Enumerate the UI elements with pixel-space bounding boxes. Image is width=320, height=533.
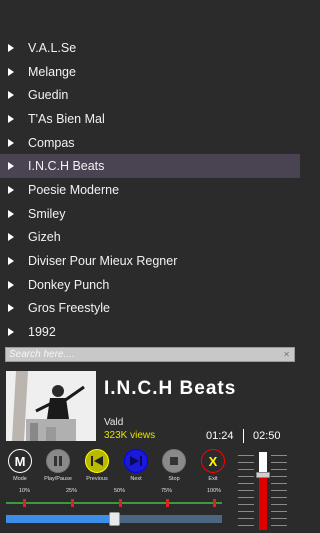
time-divider	[243, 429, 244, 443]
playlist-item[interactable]: Gizeh	[0, 226, 300, 250]
marker-label-75: 75%	[161, 488, 173, 494]
playlist-item-label: T'As Bien Mal	[28, 111, 105, 126]
playlist-item-label: Compas	[28, 135, 75, 150]
play-arrow-icon	[8, 304, 14, 313]
pause-icon	[46, 449, 70, 473]
playlist-item[interactable]: Poesie Moderne	[0, 178, 300, 202]
playlist-item-label: Diviser Pour Mieux Regner	[28, 254, 178, 269]
playlist-item[interactable]: Melange	[0, 60, 300, 84]
play-arrow-icon	[8, 114, 14, 123]
volume-fill	[259, 475, 267, 530]
mode-label: Mode	[13, 476, 27, 482]
playlist-item[interactable]: Donkey Punch	[0, 273, 300, 297]
play-pause-label: Play/Pause	[44, 476, 72, 482]
search-bar: ✕	[5, 347, 295, 362]
volume-slider[interactable]	[256, 452, 270, 530]
current-time: 01:24	[206, 430, 234, 442]
playlist-item-label: Smiley	[28, 206, 66, 221]
playlist-item[interactable]: Smiley	[0, 202, 300, 226]
now-playing-views: 323K views	[104, 430, 156, 441]
play-pause-button[interactable]: Play/Pause	[44, 449, 72, 482]
volume-knob[interactable]	[256, 472, 270, 479]
playlist-item-label: Melange	[28, 64, 76, 79]
play-arrow-icon	[8, 233, 14, 242]
exit-x-icon: X	[201, 449, 225, 473]
playlist-item-label: Gros Freestyle	[28, 301, 110, 316]
album-cover-image	[6, 371, 96, 441]
mode-m-icon: M	[8, 449, 32, 473]
play-arrow-icon	[8, 162, 14, 171]
marker-25[interactable]	[71, 499, 74, 507]
volume-ticks-right	[271, 455, 287, 530]
previous-label: Previous	[86, 476, 108, 482]
marker-label-10: 10%	[19, 488, 31, 494]
play-arrow-icon	[8, 280, 14, 289]
next-icon	[124, 449, 148, 473]
playlist-item-label: V.A.L.Se	[28, 40, 77, 55]
playlist-item-label: I.N.C.H Beats	[28, 159, 105, 174]
play-arrow-icon	[8, 91, 14, 100]
previous-icon	[85, 449, 109, 473]
playlist-item[interactable]: T'As Bien Mal	[0, 107, 300, 131]
marker-label-25: 25%	[66, 488, 78, 494]
play-arrow-icon	[8, 257, 14, 266]
playlist-item-label: Donkey Punch	[28, 277, 110, 292]
playlist-item[interactable]: I.N.C.H Beats	[0, 154, 300, 179]
playlist-item-label: Guedin	[28, 88, 69, 103]
playlist-item[interactable]: Diviser Pour Mieux Regner	[0, 249, 300, 273]
stop-icon	[162, 449, 186, 473]
play-arrow-icon	[8, 328, 14, 337]
now-playing-title: I.N.C.H Beats	[104, 378, 237, 399]
total-time: 02:50	[253, 430, 281, 442]
mode-button[interactable]: M Mode	[6, 449, 34, 482]
stop-label: Stop	[168, 476, 180, 482]
previous-button[interactable]: Previous	[83, 449, 111, 482]
play-arrow-icon	[8, 185, 14, 194]
next-label: Next	[130, 476, 142, 482]
progress-knob[interactable]	[109, 512, 120, 526]
marker-75[interactable]	[166, 499, 169, 507]
marker-line	[6, 502, 222, 504]
next-button[interactable]: Next	[122, 449, 150, 482]
marker-100[interactable]	[213, 499, 216, 507]
playlist-item[interactable]: 1992	[0, 320, 300, 344]
marker-10[interactable]	[23, 499, 26, 507]
marker-50[interactable]	[119, 499, 122, 507]
play-arrow-icon	[8, 67, 14, 76]
playlist-item[interactable]: Compas	[0, 131, 300, 155]
search-input[interactable]	[6, 349, 284, 360]
play-arrow-icon	[8, 43, 14, 52]
marker-label-50: 50%	[114, 488, 126, 494]
progress-slider[interactable]	[6, 512, 222, 526]
album-cover-conductor-image	[6, 371, 96, 441]
playlist-item[interactable]: Gros Freestyle	[0, 297, 300, 321]
playlist-item[interactable]: V.A.L.Se	[0, 36, 300, 60]
playlist-item[interactable]: Guedin	[0, 83, 300, 107]
playlist: V.A.L.Se Melange Guedin T'As Bien Mal Compas…	[0, 36, 300, 344]
stop-button[interactable]: Stop	[160, 449, 188, 482]
x-icon[interactable]: ✕	[283, 350, 294, 359]
exit-label: Exit	[208, 476, 218, 482]
now-playing-artist: Vald	[104, 417, 124, 428]
playlist-item-label: 1992	[28, 325, 56, 340]
progress-fill	[6, 515, 114, 523]
volume-ticks-left	[238, 455, 254, 530]
marker-label-100: 100%	[207, 488, 222, 494]
play-arrow-icon	[8, 138, 14, 147]
play-arrow-icon	[8, 209, 14, 218]
exit-button[interactable]: X Exit	[199, 449, 227, 482]
playlist-item-label: Gizeh	[28, 230, 61, 245]
playlist-item-label: Poesie Moderne	[28, 182, 120, 197]
